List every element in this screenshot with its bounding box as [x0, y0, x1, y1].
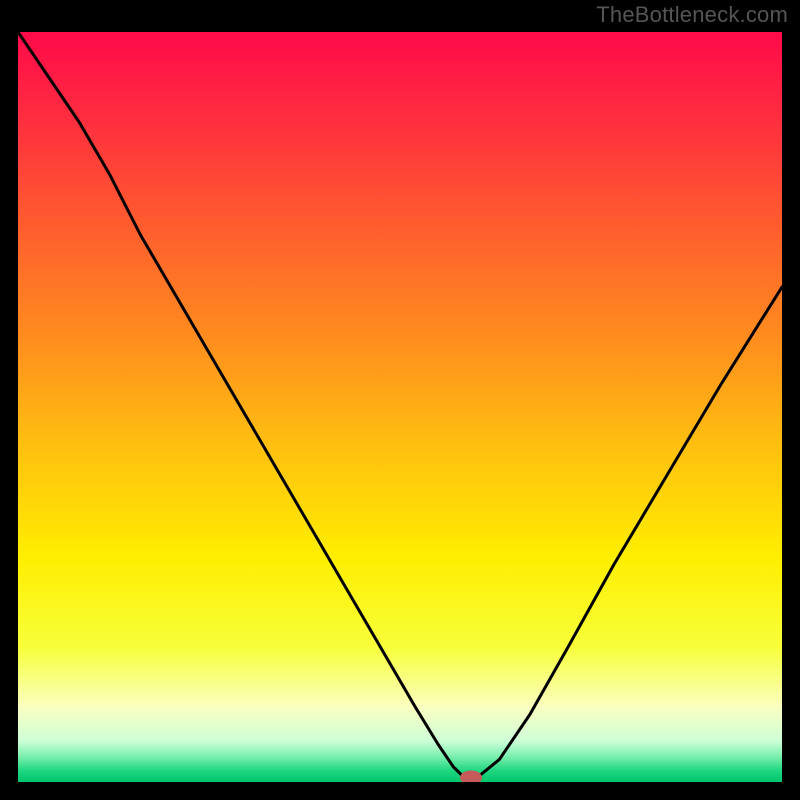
attribution-text: TheBottleneck.com	[596, 2, 788, 28]
chart-svg	[18, 32, 782, 782]
plot-area	[18, 32, 782, 782]
plot-background	[18, 32, 782, 782]
chart-container: TheBottleneck.com	[0, 0, 800, 800]
